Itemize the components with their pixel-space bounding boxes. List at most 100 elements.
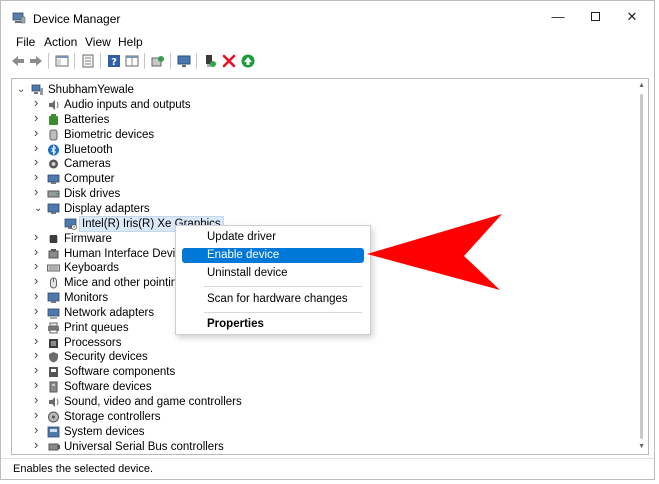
speaker-icon (49, 100, 59, 110)
chevron-right-icon[interactable]: › (34, 363, 42, 376)
tree-category-label: Software components (64, 366, 176, 379)
back-arrow-icon[interactable] (11, 54, 25, 68)
chevron-right-icon[interactable]: › (34, 334, 42, 347)
forward-arrow-icon[interactable] (29, 54, 43, 68)
tree-category[interactable]: › Cameras (12, 155, 612, 172)
minimize-button[interactable]: — (546, 7, 570, 27)
biometric-icon (49, 129, 58, 141)
tree-category[interactable]: › Storage controllers (12, 408, 612, 425)
menu-file[interactable]: File (16, 35, 35, 49)
toolbar-separator (144, 53, 145, 69)
scroll-down-arrow-icon[interactable]: ▼ (638, 443, 645, 450)
tree-category-label: Processors (64, 336, 122, 349)
toolbar-separator (170, 53, 171, 69)
tree-category[interactable]: › Software components (12, 363, 612, 380)
close-button[interactable]: ✕ (620, 7, 644, 27)
status-bar: Enables the selected device. (1, 458, 654, 480)
chevron-right-icon[interactable]: › (34, 245, 42, 258)
chevron-right-icon[interactable]: › (34, 185, 42, 198)
menu-help[interactable]: Help (118, 35, 143, 49)
tree-category-label: Security devices (64, 351, 148, 364)
tree-category[interactable]: › Batteries (12, 111, 612, 128)
chevron-right-icon[interactable]: › (34, 378, 42, 391)
tree-root[interactable]: ⌄ ShubhamYewale (12, 83, 612, 98)
toolbar-separator (48, 53, 49, 69)
chevron-right-icon[interactable]: › (34, 319, 42, 332)
scroll-up-arrow-icon[interactable]: ▲ (638, 82, 645, 89)
keyboard-icon (47, 264, 60, 272)
tree-category[interactable]: › Software devices (12, 378, 612, 395)
processor-icon (49, 338, 58, 348)
toolbar-separator (196, 53, 197, 69)
title-bar: Device Manager — ✕ (1, 1, 654, 33)
chevron-right-icon[interactable]: › (34, 141, 42, 154)
chevron-right-icon[interactable]: › (34, 230, 42, 243)
speaker-icon (49, 397, 59, 407)
scan-hardware-icon[interactable] (151, 54, 165, 68)
chevron-right-icon[interactable]: › (34, 155, 42, 168)
menu-update-driver[interactable]: Update driver (182, 230, 364, 245)
menu-scan-hardware-changes[interactable]: Scan for hardware changes (182, 292, 364, 307)
storage-icon (48, 411, 59, 423)
tree-category[interactable]: ⌄ Display adapters (12, 202, 612, 217)
chevron-right-icon[interactable]: › (34, 170, 42, 183)
tree-category[interactable]: › Security devices (12, 348, 612, 365)
chevron-right-icon[interactable]: › (34, 393, 42, 406)
chevron-right-icon[interactable]: › (34, 259, 42, 272)
tree-category[interactable]: › Processors (12, 334, 612, 351)
view-grid-icon[interactable] (125, 54, 139, 68)
tree-category[interactable]: › Sound, video and game controllers (12, 393, 612, 410)
tree-category-label: Print queues (64, 321, 129, 334)
tree-category-label: Bluetooth (64, 143, 113, 156)
tree-category[interactable]: › Universal Serial Bus controllers (12, 438, 612, 454)
update-driver-icon[interactable] (203, 54, 217, 68)
toolbar-separator (74, 53, 75, 69)
tree-category[interactable]: › Audio inputs and outputs (12, 96, 612, 113)
menu-properties[interactable]: Properties (182, 317, 364, 332)
chevron-down-icon[interactable]: ⌄ (34, 203, 42, 214)
show-hide-console-tree-icon[interactable] (55, 54, 69, 68)
properties-sheet-icon[interactable] (81, 54, 95, 68)
printer-icon (48, 322, 59, 334)
chevron-right-icon[interactable]: › (34, 96, 42, 109)
menu-action[interactable]: Action (44, 35, 77, 49)
device-manager-icon (12, 12, 26, 24)
chevron-right-icon[interactable]: › (34, 111, 42, 124)
tree-category[interactable]: › System devices (12, 423, 612, 440)
svg-text:?: ? (111, 57, 117, 68)
tree-category[interactable]: › Disk drives (12, 185, 612, 202)
chevron-right-icon[interactable]: › (34, 408, 42, 421)
usb-icon (48, 443, 60, 451)
component-icon (49, 367, 58, 378)
tree-category[interactable]: › Computer (12, 170, 612, 187)
chevron-right-icon[interactable]: › (34, 304, 42, 317)
chevron-down-icon[interactable]: ⌄ (17, 85, 25, 95)
camera-icon (49, 159, 58, 169)
network-icon (47, 308, 60, 319)
maximize-button[interactable] (583, 7, 607, 27)
enable-device-icon[interactable] (241, 54, 255, 68)
toolbar: ? (1, 53, 654, 71)
uninstall-device-icon[interactable] (222, 54, 236, 68)
menu-enable-device[interactable]: Enable device (182, 248, 364, 263)
tree-category-label: Disk drives (64, 188, 121, 201)
tree-category[interactable]: › Biometric devices (12, 126, 612, 143)
chevron-right-icon[interactable]: › (34, 438, 42, 451)
display-monitor-icon[interactable] (177, 54, 191, 68)
menu-view[interactable]: View (85, 35, 111, 49)
vertical-scrollbar[interactable] (640, 94, 643, 439)
security-icon (49, 352, 58, 363)
software-device-icon (49, 381, 58, 393)
tree-category[interactable]: › Bluetooth (12, 141, 612, 158)
tree-category-label: Software devices (64, 381, 152, 394)
help-icon[interactable]: ? (107, 54, 121, 68)
chevron-right-icon[interactable]: › (34, 348, 42, 361)
chevron-right-icon[interactable]: › (34, 274, 42, 287)
chevron-right-icon[interactable]: › (34, 289, 42, 302)
menu-separator (204, 312, 362, 313)
chevron-right-icon[interactable]: › (34, 126, 42, 139)
chevron-right-icon[interactable]: › (34, 423, 42, 436)
bluetooth-icon (48, 144, 59, 156)
monitor-icon (47, 203, 60, 214)
menu-uninstall-device[interactable]: Uninstall device (182, 266, 364, 281)
